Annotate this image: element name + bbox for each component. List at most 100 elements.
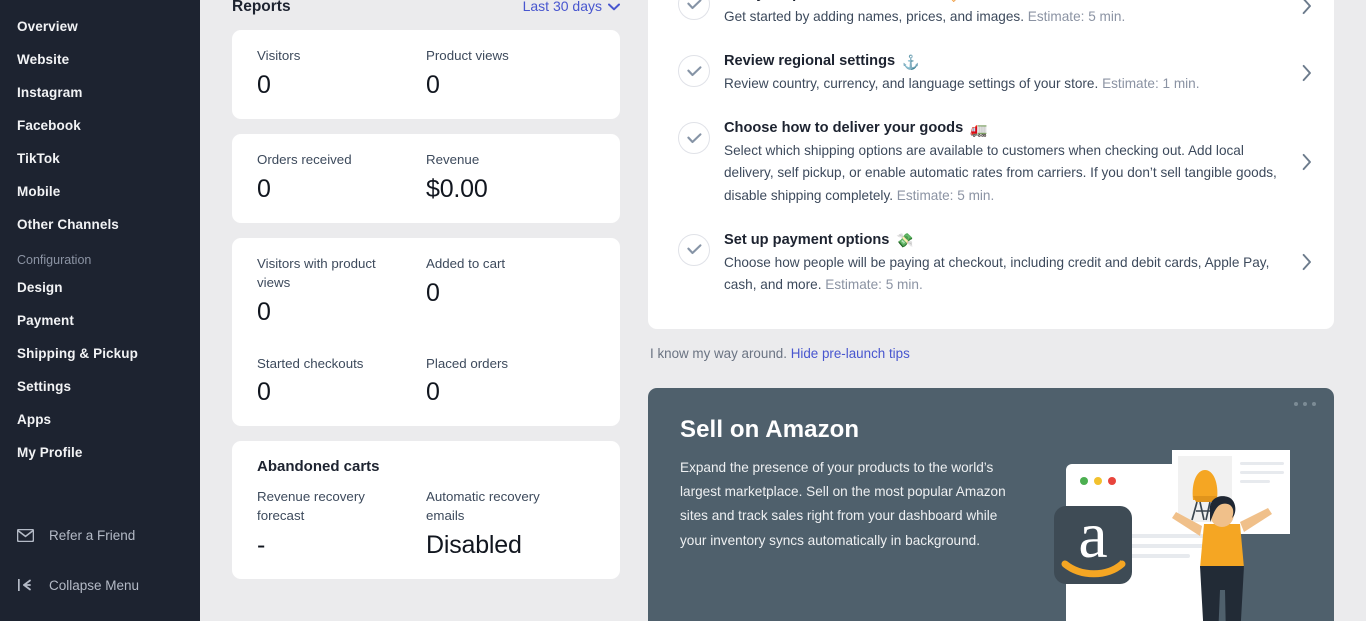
metric-visitors-with-product-views: Visitors with product views 0 (257, 255, 426, 327)
money-emoji-icon: 💸 (896, 232, 914, 249)
collapse-menu-label: Collapse Menu (49, 577, 140, 593)
sidebar-item-website[interactable]: Website (0, 43, 200, 76)
metric-label: Orders received (257, 151, 352, 167)
amazon-promo-banner[interactable]: Sell on Amazon Expand the presence of yo… (648, 387, 1334, 621)
sidebar-item-tiktok[interactable]: TikTok (0, 142, 200, 175)
date-range-label: Last 30 days (522, 0, 602, 14)
tip-row-shipping[interactable]: Choose how to deliver your goods 🚛 Selec… (648, 106, 1334, 217)
sidebar-item-label: Shipping & Pickup (17, 346, 138, 361)
metric-value: 0 (426, 70, 440, 99)
sidebar-item-instagram[interactable]: Instagram (0, 76, 200, 109)
metric-grid: Orders received 0 Revenue $0.00 (257, 151, 595, 204)
reports-header: Reports Last 30 days (232, 0, 620, 18)
sidebar-item-facebook[interactable]: Facebook (0, 109, 200, 142)
tip-body: Set up payment options 💸 Choose how peop… (724, 231, 1304, 296)
funnel-card: Visitors with product views 0 Added to c… (232, 237, 620, 427)
anchor-emoji-icon: ⚓ (902, 53, 920, 70)
tip-row-add-products[interactable]: Add your products or services 🏷️ Get sta… (648, 0, 1334, 39)
metric-placed-orders: Placed orders 0 (426, 355, 595, 408)
tip-estimate: Estimate: 5 min. (1027, 8, 1126, 24)
sidebar-item-design[interactable]: Design (0, 271, 200, 304)
sidebar-item-apps[interactable]: Apps (0, 403, 200, 436)
metric-label: Visitors (257, 48, 301, 63)
reports-column: Reports Last 30 days Visitors 0 Product … (232, 0, 620, 621)
tip-row-regional-settings[interactable]: Review regional settings ⚓ Review countr… (648, 39, 1334, 106)
chevron-right-icon[interactable] (1302, 0, 1312, 14)
sidebar-item-shipping-pickup[interactable]: Shipping & Pickup (0, 337, 200, 370)
tip-title: Review regional settings ⚓ (724, 53, 920, 70)
sidebar-item-mobile[interactable]: Mobile (0, 175, 200, 208)
envelope-icon (17, 528, 37, 542)
metric-label: Revenue (426, 151, 480, 167)
amazon-illustration: a (1054, 449, 1290, 621)
more-options-icon[interactable] (1294, 401, 1316, 406)
checkmark-circle-icon[interactable] (678, 233, 710, 266)
label-emoji-icon: 🏷️ (943, 0, 960, 4)
prelaunch-tips-footer: I know my way around. Hide pre-launch ti… (648, 329, 1334, 361)
sidebar-item-label: Design (17, 280, 63, 295)
prelaunch-tips-panel: Add your products or services 🏷️ Get sta… (648, 0, 1334, 329)
sidebar-item-label: TikTok (17, 151, 60, 166)
sidebar-item-label: Payment (17, 313, 74, 328)
sidebar-item-label: Settings (17, 379, 72, 394)
sidebar-item-settings[interactable]: Settings (0, 370, 200, 403)
sidebar-item-my-profile[interactable]: My Profile (0, 436, 200, 469)
sidebar-item-payment[interactable]: Payment (0, 304, 200, 337)
refer-a-friend-label: Refer a Friend (49, 527, 136, 543)
tip-description: Review country, currency, and language s… (724, 76, 1200, 92)
reports-title: Reports (232, 0, 291, 15)
traffic-card: Visitors 0 Product views 0 (232, 30, 620, 119)
tip-row-payments[interactable]: Set up payment options 💸 Choose how peop… (648, 218, 1334, 307)
tip-body: Review regional settings ⚓ Review countr… (724, 52, 1304, 95)
sidebar-item-label: Mobile (17, 184, 61, 199)
tip-estimate: Estimate: 1 min. (1102, 76, 1200, 92)
tip-title: Add your products or services 🏷️ (724, 0, 1280, 4)
metric-grid: Visitors with product views 0 Added to c… (257, 255, 595, 327)
footer-text: I know my way around. (650, 345, 787, 361)
collapse-menu-button[interactable]: Collapse Menu (0, 571, 200, 599)
metric-value: 0 (257, 378, 271, 407)
metric-label: Automatic recovery emails (426, 489, 540, 524)
checkmark-circle-icon[interactable] (678, 55, 710, 88)
sidebar-configuration-group: Design Payment Shipping & Pickup Setting… (0, 271, 200, 469)
sidebar-item-label: My Profile (17, 445, 83, 460)
chevron-right-icon[interactable] (1302, 153, 1312, 171)
app-root: Overview Website Instagram Facebook TikT… (0, 0, 1366, 621)
metric-label: Placed orders (426, 355, 509, 371)
metric-value: 0 (257, 174, 271, 203)
checkmark-circle-icon[interactable] (678, 0, 710, 20)
metric-value: 0 (257, 70, 271, 99)
date-range-dropdown[interactable]: Last 30 days (523, 0, 620, 14)
metric-value: $0.00 (426, 174, 488, 203)
chevron-down-icon (608, 1, 620, 11)
sidebar-item-other-channels[interactable]: Other Channels (0, 208, 200, 241)
sidebar-item-label: Website (17, 52, 70, 67)
abandoned-carts-title: Abandoned carts (257, 458, 380, 476)
sidebar-item-label: Overview (17, 19, 78, 34)
tip-description: Get started by adding names, prices, and… (724, 8, 1126, 24)
metric-label: Product views (426, 48, 509, 63)
metric-value: Disabled (426, 531, 522, 560)
tip-estimate: Estimate: 5 min. (896, 187, 995, 203)
sidebar-item-label: Other Channels (17, 217, 119, 232)
main-content: Reports Last 30 days Visitors 0 Product … (200, 0, 1366, 621)
hide-prelaunch-tips-link[interactable]: Hide pre-launch tips (791, 346, 910, 361)
metric-orders-received: Orders received 0 (257, 151, 426, 204)
chevron-right-icon[interactable] (1302, 64, 1312, 81)
sidebar-item-label: Apps (17, 412, 52, 427)
checkmark-circle-icon[interactable] (678, 122, 710, 155)
sidebar-item-overview[interactable]: Overview (0, 10, 200, 43)
metric-product-views: Product views 0 (426, 47, 595, 100)
prelaunch-column: Add your products or services 🏷️ Get sta… (648, 0, 1334, 621)
sidebar-section-configuration: Configuration (17, 253, 92, 267)
chevron-right-icon[interactable] (1302, 254, 1312, 271)
tip-estimate: Estimate: 5 min. (825, 276, 923, 292)
metric-grid: Started checkouts 0 Placed orders 0 (257, 355, 595, 408)
tip-body: Choose how to deliver your goods 🚛 Selec… (724, 119, 1304, 206)
collapse-left-icon (17, 578, 37, 592)
metric-revenue-recovery-forecast: Revenue recovery forecast - (257, 488, 426, 560)
metric-visitors: Visitors 0 (257, 47, 426, 100)
refer-a-friend-button[interactable]: Refer a Friend (0, 521, 200, 549)
sidebar-item-label: Instagram (17, 85, 83, 100)
